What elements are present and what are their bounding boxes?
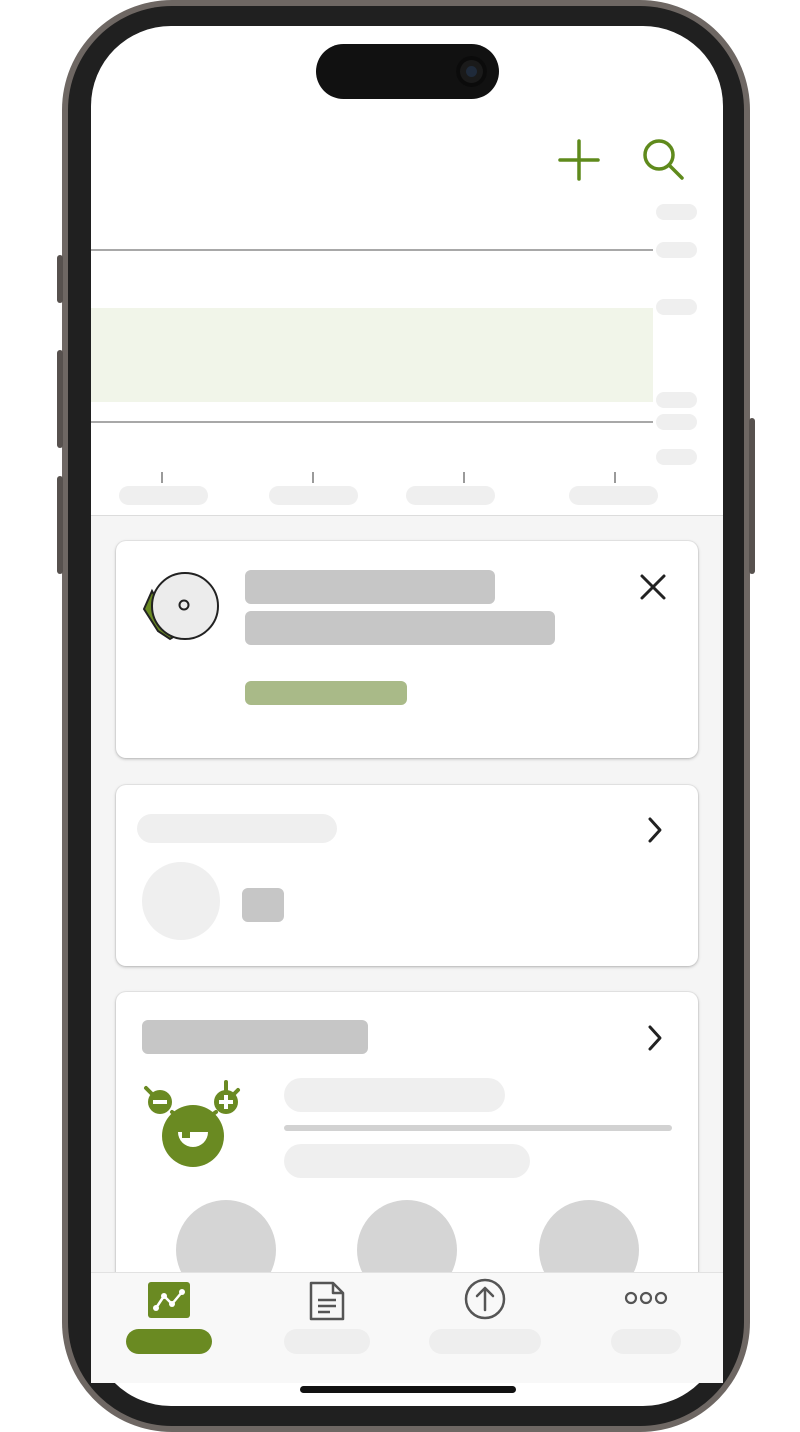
more-icon — [624, 1290, 668, 1306]
chart-upper-line — [91, 249, 653, 251]
home-indicator — [300, 1386, 516, 1393]
action-button — [57, 255, 63, 303]
document-icon — [308, 1280, 346, 1322]
x-axis-label-placeholder — [406, 486, 495, 505]
challenge-line-placeholder — [284, 1078, 505, 1112]
volume-up-button — [57, 350, 63, 448]
tab-upload-label-placeholder — [429, 1329, 541, 1354]
notification-text-placeholder — [245, 611, 555, 645]
tab-more-label-placeholder — [611, 1329, 681, 1354]
power-button — [749, 418, 755, 574]
plus-icon — [558, 139, 600, 181]
chart-lower-line — [91, 421, 653, 423]
add-button[interactable] — [556, 137, 602, 183]
y-axis-label-placeholder — [656, 414, 697, 430]
tab-logbook-label-placeholder — [284, 1329, 370, 1354]
tab-upload[interactable] — [429, 1278, 541, 1358]
target-range-band — [91, 308, 653, 402]
y-axis-label-placeholder — [656, 449, 697, 465]
x-axis-tick — [614, 472, 616, 483]
summary-title-placeholder — [137, 814, 337, 843]
challenge-chevron-button[interactable] — [640, 1023, 670, 1053]
y-axis-label-placeholder — [656, 299, 697, 315]
x-axis-tick — [161, 472, 163, 483]
x-axis-tick — [312, 472, 314, 483]
x-axis-label-placeholder — [569, 486, 658, 505]
close-icon — [640, 574, 666, 600]
chevron-right-icon — [648, 817, 662, 843]
close-button[interactable] — [637, 571, 669, 603]
front-camera — [456, 56, 487, 87]
chevron-right-icon — [648, 1025, 662, 1051]
mascot-icon — [140, 1080, 248, 1172]
tab-chart-label-placeholder — [126, 1329, 212, 1354]
y-axis-label-placeholder — [656, 242, 697, 258]
x-axis-label-placeholder — [119, 486, 208, 505]
x-axis-label-placeholder — [269, 486, 358, 505]
summary-avatar-placeholder — [142, 862, 220, 940]
x-axis-tick — [463, 472, 465, 483]
y-axis-label-placeholder — [656, 392, 697, 408]
tab-chart[interactable] — [126, 1278, 212, 1358]
volume-down-button — [57, 476, 63, 574]
tab-logbook[interactable] — [284, 1278, 370, 1358]
notification-title-placeholder — [245, 570, 495, 604]
challenge-title-placeholder — [142, 1020, 368, 1054]
summary-chevron-button[interactable] — [640, 815, 670, 845]
notification-action-link[interactable] — [245, 681, 407, 705]
challenge-progress-bar — [284, 1125, 672, 1131]
challenge-line-placeholder — [284, 1144, 530, 1178]
search-button[interactable] — [638, 134, 688, 184]
chart-icon — [148, 1282, 190, 1318]
y-axis-label-placeholder — [656, 204, 697, 220]
upload-icon — [464, 1278, 506, 1320]
sensor-icon — [140, 569, 222, 645]
search-icon — [643, 139, 684, 180]
tab-more[interactable] — [611, 1278, 681, 1358]
summary-value-placeholder — [242, 888, 284, 922]
